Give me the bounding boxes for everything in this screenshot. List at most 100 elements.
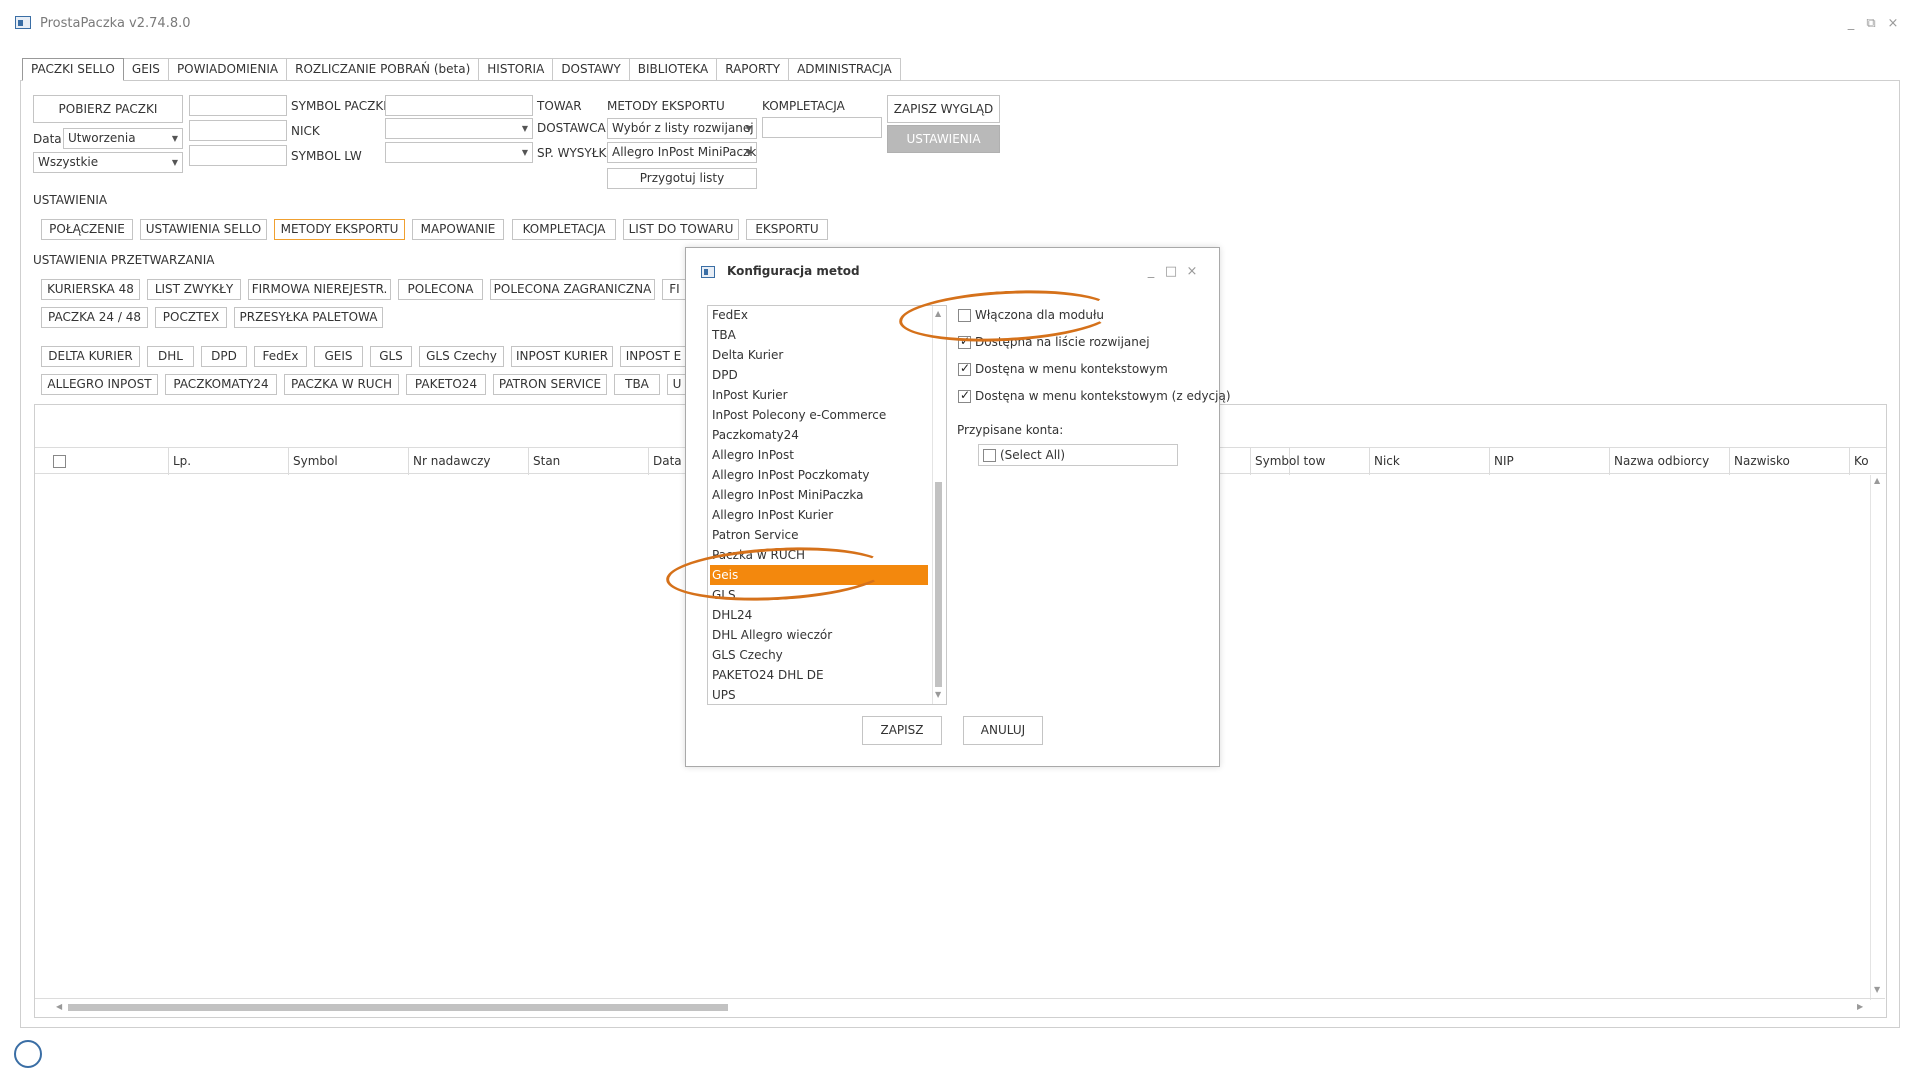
column-symbol[interactable]: Symbol	[289, 448, 409, 475]
column-lp[interactable]: Lp.	[169, 448, 289, 475]
method-item[interactable]: DPD	[710, 365, 928, 385]
mapowanie-button[interactable]: MAPOWANIE	[412, 219, 504, 240]
save-button[interactable]: ZAPISZ	[862, 716, 942, 745]
method-item-selected[interactable]: Geis	[710, 565, 928, 585]
scroll-left-icon[interactable]: ◀	[56, 1002, 62, 1011]
select-all-accounts-checkbox[interactable]	[983, 449, 996, 462]
u-button[interactable]: U	[667, 374, 687, 395]
sp-wysylki-select[interactable]: Allegro InPost MiniPaczk ▼	[607, 142, 757, 163]
list-zwykly-button[interactable]: LIST ZWYKŁY	[147, 279, 241, 300]
method-item[interactable]: Allegro InPost	[710, 445, 928, 465]
scroll-right-icon[interactable]: ▶	[1857, 1002, 1863, 1011]
scroll-up-icon[interactable]: ▲	[1874, 476, 1880, 485]
kompletacja-button[interactable]: KOMPLETACJA	[512, 219, 616, 240]
minimize-icon[interactable]: _	[1842, 16, 1860, 32]
zapisz-wyglad-button[interactable]: ZAPISZ WYGLĄD	[887, 95, 1000, 123]
method-item[interactable]: GLS	[710, 585, 928, 605]
horizontal-scroll-thumb[interactable]	[68, 1004, 728, 1011]
method-item[interactable]: GLS Czechy	[710, 645, 928, 665]
fedex-button[interactable]: FedEx	[254, 346, 307, 367]
close-icon[interactable]: ×	[1884, 16, 1902, 32]
paczka-w-ruch-button[interactable]: PACZKA W RUCH	[284, 374, 399, 395]
inpost-kurier-button[interactable]: INPOST KURIER	[511, 346, 613, 367]
dialog-minimize-icon[interactable]: _	[1142, 264, 1160, 280]
gls-button[interactable]: GLS	[370, 346, 412, 367]
tab-rozliczanie-pobran[interactable]: ROZLICZANIE POBRAŃ (beta)	[287, 58, 480, 81]
dialog-close-icon[interactable]: ×	[1183, 264, 1201, 280]
column-data[interactable]: Data u	[649, 448, 689, 475]
method-item[interactable]: Allegro InPost Poczkomaty	[710, 465, 928, 485]
towar-input[interactable]	[385, 95, 533, 116]
geis-button[interactable]: GEIS	[314, 346, 363, 367]
ustawienia-sello-button[interactable]: USTAWIENIA SELLO	[140, 219, 267, 240]
gls-czechy-button[interactable]: GLS Czechy	[419, 346, 504, 367]
metody-eksportu-select[interactable]: Wybór z listy rozwijanej ▼	[607, 118, 757, 139]
method-item[interactable]: Delta Kurier	[710, 345, 928, 365]
column-nazwisko[interactable]: Nazwisko	[1730, 448, 1850, 475]
available-in-dropdown-checkbox[interactable]	[958, 334, 971, 349]
dpd-button[interactable]: DPD	[201, 346, 247, 367]
tab-biblioteka[interactable]: BIBLIOTEKA	[629, 58, 718, 81]
grid-vertical-scrollbar[interactable]	[1870, 475, 1884, 1000]
scroll-down-icon[interactable]: ▼	[1874, 985, 1880, 994]
tab-administracja[interactable]: ADMINISTRACJA	[789, 58, 901, 81]
column-nip[interactable]: NIP	[1490, 448, 1610, 475]
list-do-towaru-button[interactable]: LIST DO TOWARU	[623, 219, 739, 240]
listbox-scroll-thumb[interactable]	[935, 482, 942, 687]
list-scroll-up-icon[interactable]: ▲	[935, 309, 941, 318]
symbol-lw-input[interactable]	[189, 145, 287, 166]
method-item[interactable]: InPost Polecony e-Commerce	[710, 405, 928, 425]
method-item[interactable]: Paczka w RUCH	[710, 545, 928, 565]
date-type-select[interactable]: Utworzenia ▼	[63, 128, 183, 149]
tab-raporty[interactable]: RAPORTY	[717, 58, 790, 81]
column-ko[interactable]: Ko	[1850, 448, 1886, 475]
pocztex-button[interactable]: POCZTEX	[155, 307, 227, 328]
sp-wysylki-filter-select[interactable]: ▼	[385, 142, 533, 163]
method-item[interactable]: DHL Allegro wieczór	[710, 625, 928, 645]
tab-paczki-sello[interactable]: PACZKI SELLO	[22, 58, 124, 81]
polecona-button[interactable]: POLECONA	[398, 279, 483, 300]
patron-service-button[interactable]: PATRON SERVICE	[493, 374, 607, 395]
column-nr-nadawczy[interactable]: Nr nadawczy	[409, 448, 529, 475]
polaczenie-button[interactable]: POŁĄCZENIE	[41, 219, 133, 240]
metody-eksportu-button[interactable]: METODY EKSPORTU	[274, 219, 405, 240]
fi-button[interactable]: FI	[662, 279, 687, 300]
delta-kurier-button[interactable]: DELTA KURIER	[41, 346, 140, 367]
method-item[interactable]: TBA	[710, 325, 928, 345]
status-select[interactable]: Wszystkie ▼	[33, 152, 183, 173]
column-nazwa-odbiorcy[interactable]: Nazwa odbiorcy	[1610, 448, 1730, 475]
method-item[interactable]: UPS	[710, 685, 928, 705]
eksportu-button[interactable]: EKSPORTU	[746, 219, 828, 240]
dialog-maximize-icon[interactable]: □	[1162, 264, 1180, 280]
tab-powiadomienia[interactable]: POWIADOMIENIA	[168, 58, 288, 81]
method-item[interactable]: FedEx	[710, 305, 928, 325]
tab-historia[interactable]: HISTORIA	[479, 58, 554, 81]
fetch-packages-button[interactable]: POBIERZ PACZKI	[33, 95, 183, 123]
dhl-button[interactable]: DHL	[147, 346, 194, 367]
method-item[interactable]: InPost Kurier	[710, 385, 928, 405]
przygotuj-listy-button[interactable]: Przygotuj listy	[607, 168, 757, 189]
list-scroll-down-icon[interactable]: ▼	[935, 690, 941, 699]
method-item[interactable]: Allegro InPost MiniPaczka	[710, 485, 928, 505]
context-menu-edit-checkbox[interactable]	[958, 388, 971, 403]
restore-icon[interactable]: ⧉	[1862, 16, 1880, 32]
method-item[interactable]: Patron Service	[710, 525, 928, 545]
tab-geis[interactable]: GEIS	[123, 58, 169, 81]
inpost-e-button[interactable]: INPOST E	[620, 346, 687, 367]
select-all-checkbox[interactable]	[53, 455, 66, 468]
tba-button[interactable]: TBA	[614, 374, 660, 395]
column-stan[interactable]: Stan	[529, 448, 649, 475]
method-item[interactable]: Paczkomaty24	[710, 425, 928, 445]
method-item[interactable]: PAKETO24 DHL DE	[710, 665, 928, 685]
kurierska-48-button[interactable]: KURIERSKA 48	[41, 279, 140, 300]
firmowa-nierejestr-button[interactable]: FIRMOWA NIEREJESTR.	[248, 279, 391, 300]
method-item[interactable]: DHL24	[710, 605, 928, 625]
symbol-paczki-input[interactable]	[189, 95, 287, 116]
kompletacja-input[interactable]	[762, 117, 882, 138]
enabled-for-module-checkbox[interactable]	[958, 309, 971, 322]
ustawienia-button[interactable]: USTAWIENIA	[887, 125, 1000, 153]
method-item[interactable]: Allegro InPost Kurier	[710, 505, 928, 525]
przesylka-paletowa-button[interactable]: PRZESYŁKA PALETOWA	[234, 307, 383, 328]
paczkomaty24-button[interactable]: PACZKOMATY24	[165, 374, 277, 395]
column-nick[interactable]: Nick	[1370, 448, 1490, 475]
